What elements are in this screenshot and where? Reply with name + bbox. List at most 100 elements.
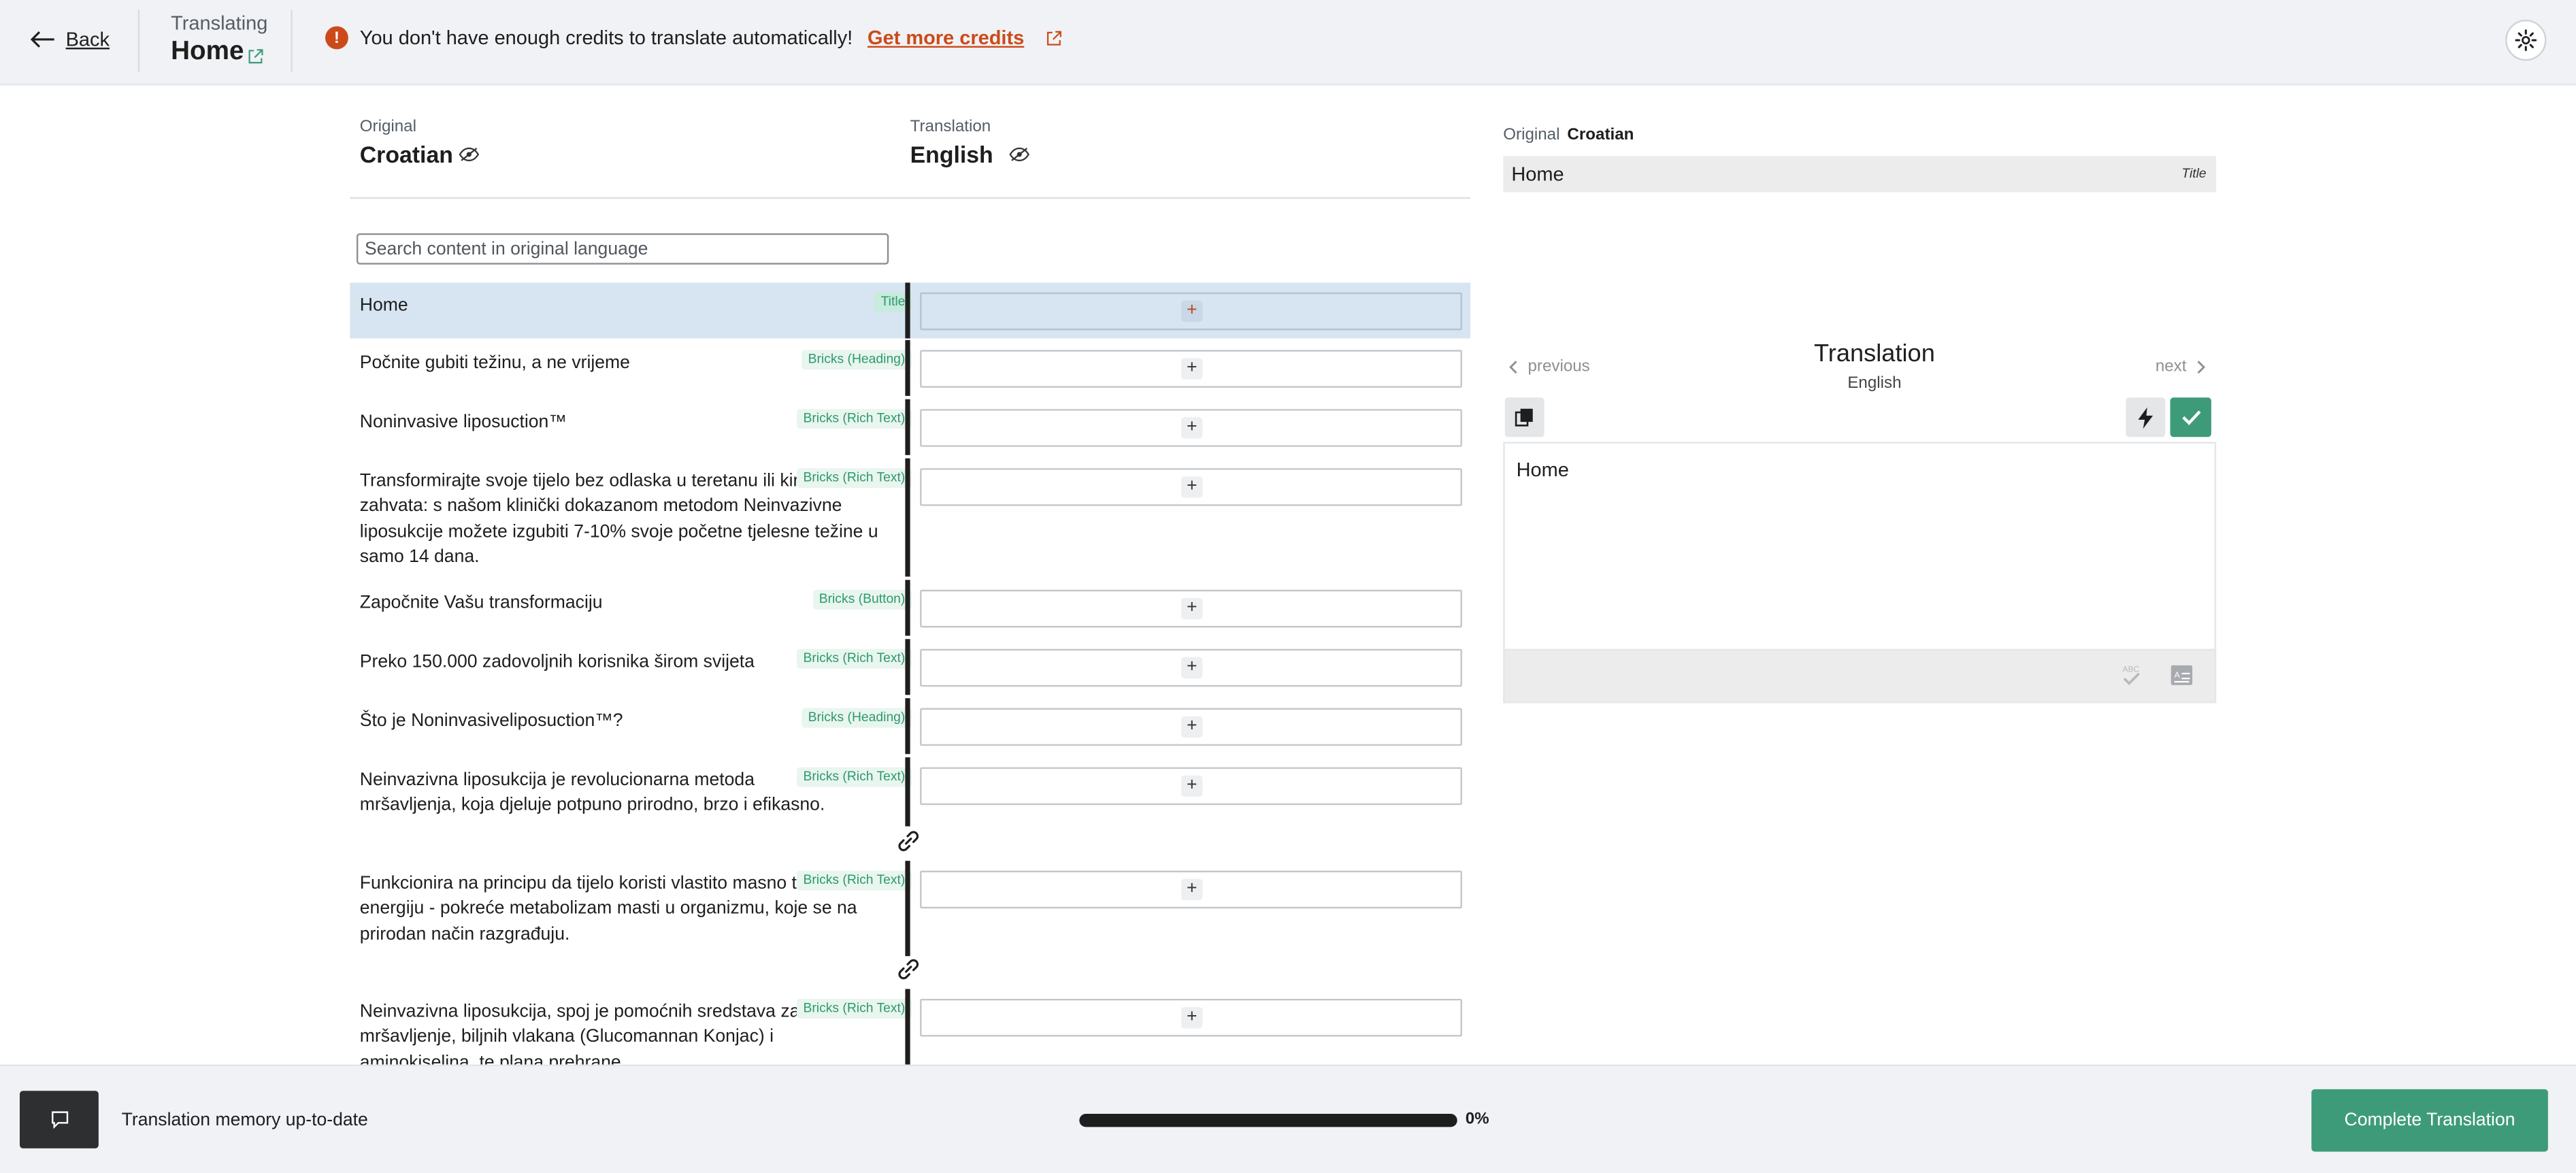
progress-percent: 0% <box>1465 1110 1489 1129</box>
segment-translation-box[interactable]: + <box>920 468 1462 506</box>
column-divider <box>905 282 910 339</box>
notice-text: You don't have enough credits to transla… <box>359 26 853 50</box>
segment-row[interactable]: Home Title + <box>350 282 1470 339</box>
page-name-link[interactable]: Home <box>171 38 265 67</box>
search-input[interactable] <box>356 233 889 265</box>
eye-slash-icon[interactable] <box>1009 146 1030 163</box>
segment-translation-box[interactable]: + <box>920 409 1462 447</box>
arrow-left-icon <box>30 31 54 48</box>
segment-type-badge: Bricks (Rich Text) <box>796 409 912 429</box>
complete-translation-button[interactable]: Complete Translation <box>2311 1089 2548 1152</box>
plus-icon[interactable]: + <box>1181 716 1203 738</box>
segment-row[interactable]: Transformirajte svoje tijelo bez odlaska… <box>350 458 1470 577</box>
credits-notice: ! You don't have enough credits to trans… <box>325 26 1064 50</box>
auto-translate-button[interactable] <box>2126 397 2166 437</box>
plus-icon[interactable]: + <box>1181 1007 1203 1029</box>
segment-type-badge: Bricks (Rich Text) <box>796 648 912 669</box>
translation-label: Translation <box>910 118 991 137</box>
plus-icon[interactable]: + <box>1181 417 1203 439</box>
plus-icon[interactable]: + <box>1181 775 1203 797</box>
translation-editor[interactable]: Home <box>1503 442 2217 649</box>
header-separator <box>350 197 1470 199</box>
segment-type-badge: Bricks (Rich Text) <box>796 767 912 787</box>
segment-type-badge: Bricks (Rich Text) <box>796 468 912 489</box>
segment-translation-box[interactable]: + <box>920 870 1462 909</box>
next-label: next <box>2155 358 2187 376</box>
plus-icon[interactable]: + <box>1181 476 1203 498</box>
segment-row[interactable]: Što je Noninvasiveliposuction™? Bricks (… <box>350 698 1470 755</box>
segment-type-badge: Bricks (Rich Text) <box>796 999 912 1019</box>
plus-icon[interactable]: + <box>1181 300 1203 323</box>
translating-label: Translating <box>171 11 268 35</box>
spellcheck-icon[interactable]: ABC <box>2119 662 2146 689</box>
segment-translation-box[interactable]: + <box>920 708 1462 746</box>
bottom-bar: Translation memory up-to-date 0% Complet… <box>0 1064 2576 1173</box>
save-translation-button[interactable] <box>2170 397 2211 437</box>
app-root: Back Translating Home ! You don't have e… <box>0 0 2576 1173</box>
segment-original-text: Neinvazivna liposukcija je revolucionarn… <box>359 770 825 816</box>
segment-translation-box[interactable]: + <box>920 767 1462 806</box>
next-button[interactable]: next <box>2156 358 2207 376</box>
previous-button[interactable]: previous <box>1508 358 1590 376</box>
column-divider <box>905 639 910 695</box>
copy-original-button[interactable] <box>1504 397 1545 437</box>
panel-original-language: Croatian <box>1567 126 1634 145</box>
check-icon <box>2181 410 2200 425</box>
link-icon[interactable] <box>893 826 923 855</box>
original-language: Croatian <box>359 141 453 168</box>
translation-language: English <box>910 141 993 168</box>
panel-original-box: Home Title <box>1503 156 2217 193</box>
segment-translation-box[interactable]: + <box>920 350 1462 388</box>
panel-original-label: Original <box>1503 126 1560 145</box>
segment-row[interactable]: Započnite Vašu transformaciju Bricks (Bu… <box>350 580 1470 636</box>
segment-original-text: Home <box>359 295 408 316</box>
translation-editor-text: Home <box>1516 458 1569 482</box>
segment-translation-box[interactable]: + <box>920 648 1462 687</box>
plus-icon[interactable]: + <box>1181 878 1203 901</box>
original-label: Original <box>359 118 417 137</box>
alert-icon: ! <box>325 26 348 50</box>
panel-original-text: Home <box>1511 163 1564 186</box>
column-divider <box>905 340 910 396</box>
gear-icon <box>2515 29 2537 52</box>
column-divider <box>905 757 910 827</box>
translation-panel-language: English <box>1847 374 1902 393</box>
plus-icon[interactable]: + <box>1181 597 1203 620</box>
eye-slash-icon[interactable] <box>459 146 480 163</box>
header-divider <box>291 10 293 73</box>
translation-progress-bar <box>1079 1114 1457 1127</box>
header-divider <box>137 10 140 73</box>
get-more-credits-link[interactable]: Get more credits <box>868 27 1024 50</box>
column-divider <box>905 458 910 577</box>
segment-row[interactable]: Počnite gubiti težinu, a ne vrijeme Bric… <box>350 340 1470 396</box>
segment-type-badge: Bricks (Heading) <box>801 708 912 728</box>
segment-row[interactable]: Neinvazivna liposukcija je revolucionarn… <box>350 757 1470 827</box>
link-icon[interactable] <box>893 955 923 984</box>
glossary-icon[interactable]: A <box>2168 662 2195 689</box>
page-name: Home <box>171 37 244 66</box>
segment-list: Home Title + Počnite gubiti težinu, a ne… <box>350 282 1470 1065</box>
svg-text:A: A <box>2175 670 2181 680</box>
segment-row[interactable]: Preko 150.000 zadovoljnih korisnika širo… <box>350 639 1470 695</box>
comment-button[interactable] <box>19 1091 99 1149</box>
segment-row[interactable]: Funkcionira na principu da tijelo korist… <box>350 861 1470 957</box>
svg-text:ABC: ABC <box>2123 665 2140 674</box>
column-divider <box>905 861 910 957</box>
column-divider <box>905 989 910 1065</box>
comment-icon <box>50 1111 67 1129</box>
external-link-icon[interactable] <box>1046 29 1064 47</box>
back-button[interactable]: Back <box>29 28 110 51</box>
segment-row[interactable]: Neinvazivna liposukcija, spoj je pomoćni… <box>350 989 1470 1065</box>
plus-icon[interactable]: + <box>1181 657 1203 679</box>
segment-translation-box[interactable]: + <box>920 292 1462 331</box>
panel-original-type: Title <box>2181 165 2207 181</box>
segment-translation-box[interactable]: + <box>920 589 1462 628</box>
settings-button[interactable] <box>2505 19 2547 61</box>
segment-original-text: Neinvazivna liposukcija, spoj je pomoćni… <box>359 1002 800 1065</box>
column-divider <box>905 399 910 455</box>
segment-translation-box[interactable]: + <box>920 999 1462 1037</box>
segment-type-badge: Bricks (Heading) <box>801 350 912 370</box>
segment-row[interactable]: Noninvasive liposuction™ Bricks (Rich Te… <box>350 399 1470 455</box>
plus-icon[interactable]: + <box>1181 358 1203 380</box>
chevron-left-icon <box>1509 361 1517 374</box>
